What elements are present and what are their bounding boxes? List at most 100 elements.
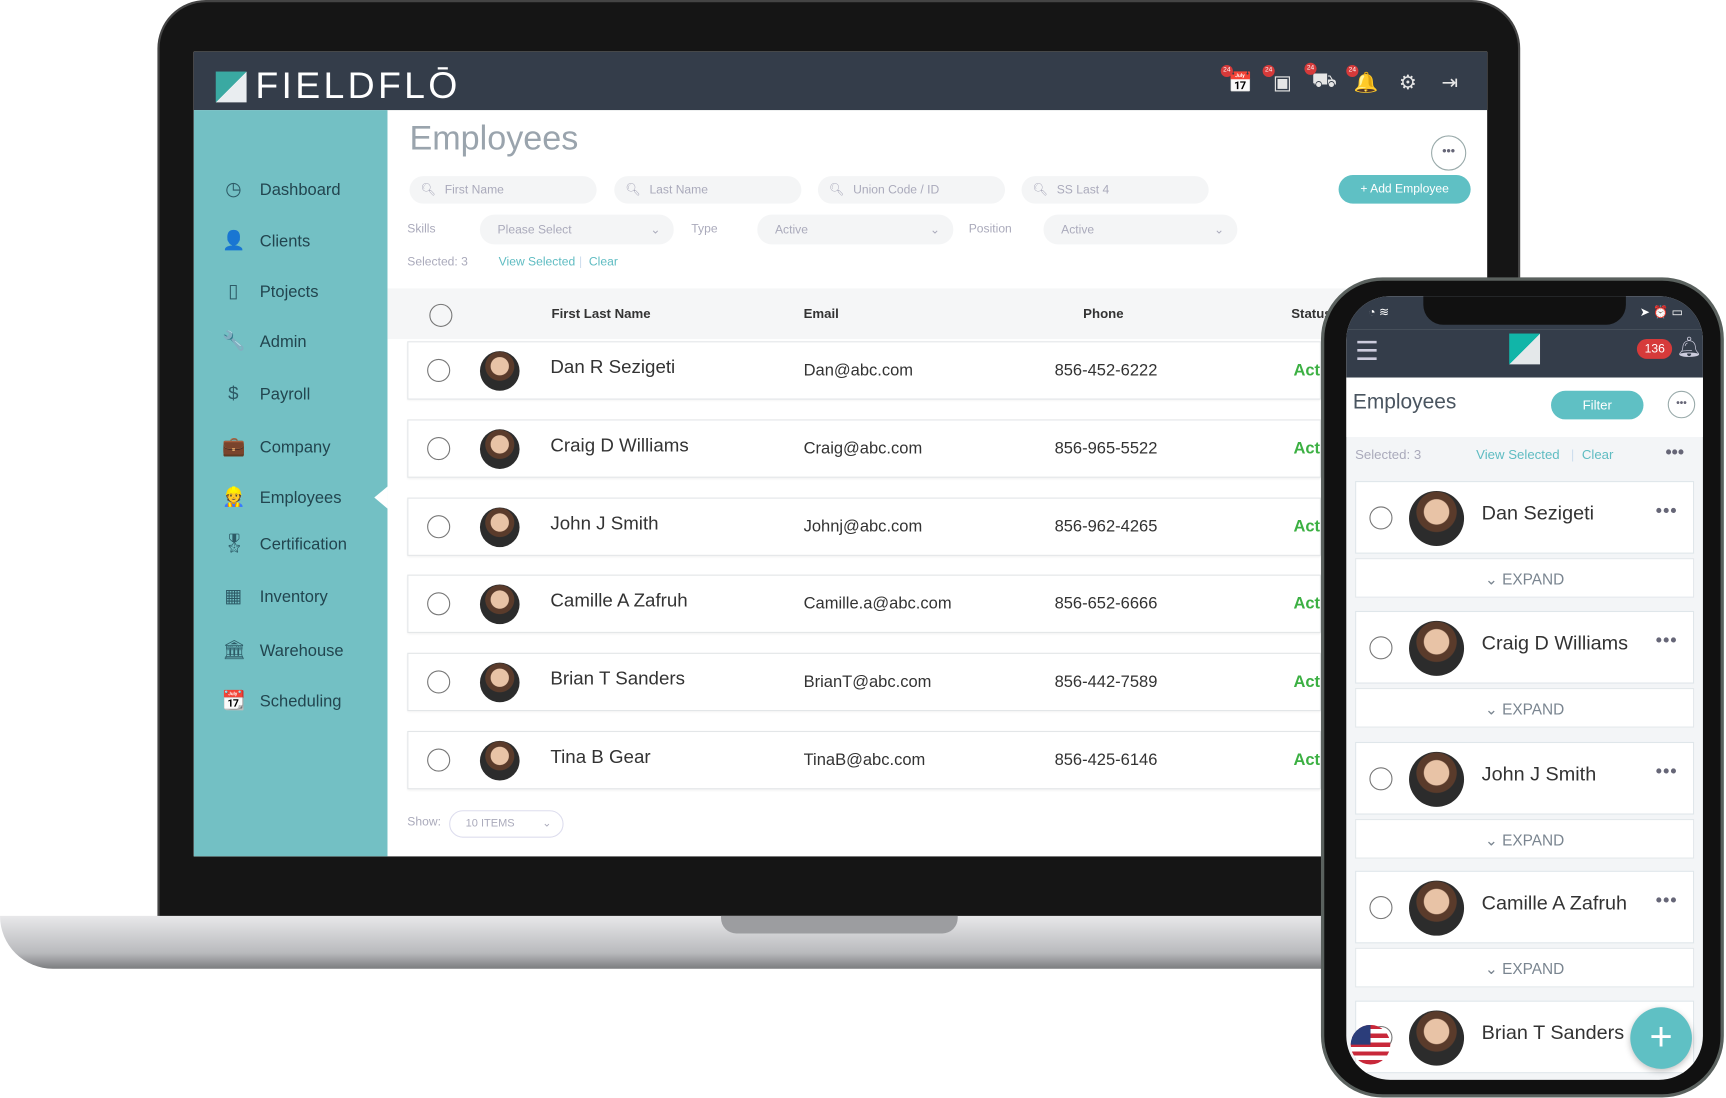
notification-count-badge[interactable]: 136 — [1636, 339, 1673, 359]
sidebar-item-admin[interactable]: 🔧 Admin — [222, 330, 306, 352]
payroll-icon: $ — [228, 383, 239, 404]
table-row[interactable]: Camille A Zafruh Camille.a@abc.com 856-652… — [407, 574, 1343, 633]
bell-icon[interactable]: 🔔︎ — [1677, 336, 1702, 359]
card-select-radio[interactable] — [1369, 636, 1393, 660]
table-row[interactable]: Brian T Sanders BrianT@abc.com 856-442-758… — [407, 652, 1343, 712]
row-select-radio[interactable] — [427, 437, 451, 461]
sidebar-item-certification[interactable]: 🎖 Certification — [222, 533, 347, 555]
employee-name[interactable]: Craig D Williams — [550, 435, 688, 457]
more-options-icon[interactable]: ••• — [1656, 892, 1678, 912]
chevron-down-icon: ⌄ — [650, 223, 661, 237]
select-all-radio[interactable] — [429, 303, 453, 327]
table-row[interactable]: John J Smith Johnj@abc.com 856-962-4265 Act… — [407, 497, 1343, 556]
column-name[interactable]: First Last Name — [552, 306, 651, 321]
phone-employee-card[interactable]: Camille A Zafruh ••• — [1355, 870, 1695, 944]
more-options-icon[interactable]: ••• — [1656, 763, 1678, 783]
more-options-icon[interactable]: ••• — [1656, 502, 1678, 522]
employee-name[interactable]: Brian T Sanders — [550, 668, 685, 690]
avatar — [479, 507, 520, 548]
phone-employee-card[interactable]: John J Smith ••• — [1355, 741, 1695, 815]
type-label: Type — [691, 222, 718, 236]
phone-view-selected-link[interactable]: View Selected — [1476, 447, 1559, 462]
employee-name: Brian T Sanders — [1481, 1021, 1625, 1044]
page-size-select[interactable]: 10 ITEMS ⌄ — [449, 810, 564, 838]
avatar — [479, 584, 520, 625]
expand-button[interactable]: ⌄ EXPAND — [1355, 947, 1695, 988]
table-row[interactable]: Tina B Gear TinaB@abc.com 856-425-6146 Acti… — [407, 730, 1343, 790]
more-options-button[interactable]: ••• — [1431, 135, 1467, 171]
employee-name[interactable]: Dan R Sezigeti — [550, 357, 675, 379]
inventory-icon: ▦ — [224, 585, 243, 607]
table-row[interactable]: Dan R Sezigeti Dan@abc.com 856-452-6222 Act… — [407, 341, 1343, 400]
phone: ◔ ≋ ➤ ⏰ ▭ ☰ 136 🔔︎ Employees Filter ••• … — [1320, 277, 1724, 1098]
row-select-radio[interactable] — [427, 515, 451, 539]
column-email[interactable]: Email — [804, 306, 839, 321]
type-select[interactable]: Active ⌄ — [757, 214, 954, 245]
employee-email: Camille.a@abc.com — [803, 594, 952, 614]
position-select[interactable]: Active ⌄ — [1043, 214, 1238, 245]
position-value: Active — [1061, 222, 1095, 237]
phone-selected-count: Selected: 3 — [1355, 446, 1422, 463]
phone-header: ☰ 136 🔔︎ — [1346, 329, 1703, 378]
column-phone[interactable]: Phone — [1083, 306, 1123, 321]
separator: | — [579, 255, 583, 269]
union-code-placeholder: Union Code / ID — [853, 183, 940, 197]
last-name-search[interactable]: 🔍︎ Last Name — [614, 176, 802, 204]
sidebar-item-label: Payroll — [259, 384, 311, 404]
table-row[interactable]: Craig D Williams Craig@abc.com 856-965-552… — [407, 419, 1343, 478]
employee-name[interactable]: Tina B Gear — [550, 746, 650, 768]
row-select-radio[interactable] — [427, 358, 451, 382]
employee-name[interactable]: John J Smith — [550, 513, 658, 535]
ss-last4-placeholder: SS Last 4 — [1056, 183, 1110, 197]
sidebar-item-dashboard[interactable]: ◷ Dashboard — [222, 178, 340, 200]
expand-button[interactable]: ⌄ EXPAND — [1355, 688, 1695, 728]
sidebar-item-ptojects[interactable]: ▯ Ptojects — [222, 281, 318, 303]
sidebar-item-company[interactable]: 💼 Company — [222, 436, 330, 458]
row-select-radio[interactable] — [427, 670, 451, 694]
scheduling-icon: 📆 — [222, 690, 246, 712]
add-employee-button[interactable]: + Add Employee — [1338, 175, 1471, 204]
chevron-down-icon: ⌄ — [929, 223, 941, 237]
employee-email: Johnj@abc.com — [803, 517, 923, 537]
employee-name[interactable]: Camille A Zafruh — [550, 590, 687, 612]
more-options-button[interactable]: ••• — [1667, 390, 1696, 419]
language-flag-icon[interactable] — [1350, 1024, 1391, 1065]
row-select-radio[interactable] — [427, 748, 451, 772]
union-code-search[interactable]: 🔍︎ Union Code / ID — [817, 176, 1006, 204]
add-fab-button[interactable]: + — [1630, 1007, 1692, 1069]
expand-button[interactable]: ⌄ EXPAND — [1355, 818, 1695, 859]
phone-clear-link[interactable]: Clear — [1582, 447, 1614, 462]
phone-page-title: Employees — [1352, 390, 1457, 414]
first-name-search[interactable]: 🔍︎ First Name — [409, 176, 597, 204]
expand-label: EXPAND — [1502, 959, 1565, 978]
filter-button[interactable]: Filter — [1551, 390, 1644, 420]
phone-employee-card[interactable]: Craig D Williams ••• — [1355, 610, 1695, 684]
ptojects-icon: ▯ — [228, 280, 239, 302]
sidebar-item-inventory[interactable]: ▦ Inventory — [222, 585, 328, 608]
card-select-radio[interactable] — [1369, 767, 1393, 791]
employee-phone: 856-965-5522 — [1054, 439, 1158, 458]
expand-button[interactable]: ⌄ EXPAND — [1355, 558, 1695, 598]
sidebar-item-payroll[interactable]: $ Payroll — [222, 383, 310, 405]
selected-count: Selected: 3 — [407, 255, 468, 269]
hamburger-menu-icon[interactable]: ☰ — [1355, 336, 1379, 368]
sidebar-item-scheduling[interactable]: 📆 Scheduling — [222, 690, 341, 712]
avatar — [479, 740, 520, 781]
ss-last4-search[interactable]: 🔍︎ SS Last 4 — [1021, 176, 1209, 204]
sidebar: ◷ Dashboard 👤 Clients ▯ Ptojects 🔧 Admin $ Payrol… — [193, 110, 388, 857]
skills-label: Skills — [407, 222, 436, 236]
view-selected-link[interactable]: View Selected — [499, 255, 576, 268]
skills-select[interactable]: Please Select ⌄ — [479, 214, 674, 245]
sidebar-item-label: Inventory — [259, 587, 328, 606]
search-icon: 🔍︎ — [828, 183, 845, 198]
clear-link[interactable]: Clear — [589, 255, 618, 268]
sidebar-item-employees[interactable]: 👷 Employees — [222, 487, 341, 509]
more-options-icon[interactable]: ••• — [1666, 444, 1685, 464]
sidebar-item-clients[interactable]: 👤 Clients — [222, 230, 310, 252]
card-select-radio[interactable] — [1369, 506, 1393, 530]
more-options-icon[interactable]: ••• — [1656, 632, 1678, 652]
sidebar-item-warehouse[interactable]: 🏛 Warehouse — [222, 640, 343, 662]
card-select-radio[interactable] — [1369, 896, 1393, 920]
row-select-radio[interactable] — [427, 592, 451, 616]
phone-employee-card[interactable]: Dan Sezigeti ••• — [1355, 481, 1695, 554]
